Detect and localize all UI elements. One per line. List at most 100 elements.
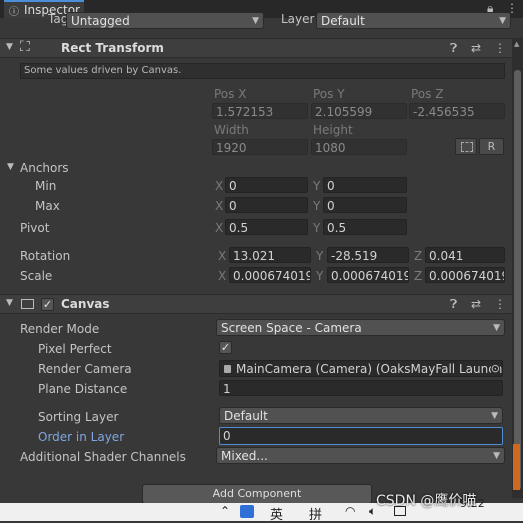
anchors-foldout-icon[interactable]: ▼: [7, 162, 14, 172]
sorting-layer-label: Sorting Layer: [38, 410, 119, 424]
canvas-enabled-checkbox[interactable]: ✓: [41, 298, 54, 311]
height-field[interactable]: 1080: [311, 139, 407, 155]
pivot-y-label: Y: [313, 221, 321, 235]
chevron-down-icon: ▼: [493, 323, 500, 333]
scale-x-label: X: [218, 269, 227, 283]
height-label: Height: [313, 123, 353, 137]
driven-info-box: Some values driven by Canvas.: [20, 63, 505, 79]
sorting-layer-dropdown[interactable]: Default ▼: [219, 407, 503, 424]
min-label: Min: [35, 179, 57, 193]
scrollbar-thumb[interactable]: [514, 70, 521, 490]
render-mode-dropdown[interactable]: Screen Space - Camera ▼: [216, 319, 505, 336]
width-field[interactable]: 1920: [212, 139, 308, 155]
tag-value: Untagged: [71, 14, 130, 28]
driven-info-text: Some values driven by Canvas.: [24, 65, 182, 76]
scale-z-label: Z: [414, 269, 423, 283]
min-x-label: X: [215, 179, 224, 193]
rotation-y-field[interactable]: -28.519: [327, 247, 409, 263]
anchor-max-y-field[interactable]: 0: [323, 197, 407, 213]
blueprint-mode-button[interactable]: [455, 138, 477, 155]
rot-x-label: X: [218, 249, 227, 263]
tag-layer-row: Tag Untagged ▼ Layer Default ▼: [0, 12, 512, 36]
shader-channels-label: Additional Shader Channels: [20, 450, 186, 464]
plane-distance-label: Plane Distance: [38, 382, 128, 396]
context-menu-icon[interactable]: ⋮: [494, 297, 506, 311]
scrollbar-track[interactable]: ▲: [512, 38, 523, 498]
canvas-title: Canvas: [61, 297, 110, 311]
shader-channels-value: Mixed...: [221, 449, 268, 463]
anchor-max-x-field[interactable]: 0: [225, 197, 308, 213]
pivot-label: Pivot: [20, 221, 50, 235]
shader-channels-dropdown[interactable]: Mixed... ▼: [216, 447, 505, 464]
chevron-down-icon: ▼: [499, 16, 506, 26]
width-label: Width: [214, 123, 249, 137]
render-mode-value: Screen Space - Camera: [221, 321, 362, 335]
help-icon[interactable]: ❓︎: [450, 41, 457, 56]
camera-icon: [224, 365, 231, 373]
pivot-x-field[interactable]: 0.5: [225, 219, 308, 235]
scale-label: Scale: [20, 269, 53, 283]
rotation-label: Rotation: [20, 249, 71, 263]
render-camera-field[interactable]: MainCamera (Camera) (OaksMayFall Launch …: [219, 360, 503, 377]
rect-transform-icon: ⛶: [20, 39, 30, 55]
render-camera-value: MainCamera (Camera) (OaksMayFall Launch: [236, 362, 503, 376]
pos-y-field[interactable]: 2.105599: [311, 103, 407, 119]
order-in-layer-field[interactable]: 0: [219, 427, 503, 445]
presets-icon[interactable]: ⇄: [471, 297, 481, 311]
sorting-layer-value: Default: [224, 409, 268, 423]
rect-transform-title: Rect Transform: [61, 41, 164, 55]
scale-z-field[interactable]: 0.000674019: [425, 267, 505, 283]
raw-edit-button[interactable]: R: [479, 138, 504, 155]
canvas-component-icon: [21, 299, 34, 309]
plane-distance-field[interactable]: 1: [219, 380, 503, 396]
app-tray-icon[interactable]: [240, 505, 254, 518]
foldout-arrow-icon[interactable]: ▼: [6, 298, 13, 308]
rot-y-label: Y: [316, 249, 324, 263]
pos-x-label: Pos X: [214, 87, 247, 101]
help-icon[interactable]: ❓︎: [450, 297, 457, 312]
rotation-z-field[interactable]: 0.041: [425, 247, 505, 263]
min-y-label: Y: [313, 179, 321, 193]
inspector-tab-icon: ⓘ: [9, 7, 19, 18]
rect-transform-header[interactable]: ▼ ⛶ Rect Transform ❓︎ ⇄ ⋮: [0, 38, 512, 58]
pixel-perfect-checkbox[interactable]: ✓: [219, 341, 232, 354]
pos-y-label: Pos Y: [313, 87, 345, 101]
rot-z-label: Z: [414, 249, 423, 263]
presets-icon[interactable]: ⇄: [471, 41, 481, 55]
scale-y-label: Y: [316, 269, 324, 283]
tag-dropdown[interactable]: Untagged ▼: [66, 12, 264, 29]
layer-dropdown[interactable]: Default ▼: [316, 12, 511, 29]
scale-x-field[interactable]: 0.000674019: [229, 267, 311, 283]
rotation-x-field[interactable]: 13.021: [229, 247, 311, 263]
scroll-resize-marker: [513, 444, 520, 490]
pos-x-field[interactable]: 1.572153: [212, 103, 308, 119]
wifi-icon[interactable]: ◠: [345, 504, 355, 518]
anchor-min-y-field[interactable]: 0: [323, 177, 407, 193]
anchor-min-x-field[interactable]: 0: [225, 177, 308, 193]
anchors-label: Anchors: [20, 161, 69, 175]
pivot-y-field[interactable]: 0.5: [323, 219, 407, 235]
ime-label[interactable]: 英: [270, 504, 283, 523]
max-x-label: X: [215, 199, 224, 213]
order-in-layer-label: Order in Layer: [38, 430, 125, 444]
foldout-arrow-icon[interactable]: ▼: [6, 42, 13, 52]
csdn-watermark: CSDN @鹰价喵: [376, 493, 477, 509]
layer-label: Layer: [281, 12, 315, 26]
scrollbar-up-arrow[interactable]: ▲: [514, 40, 519, 48]
pinyin-label[interactable]: 拼: [309, 504, 322, 523]
add-component-label: Add Component: [212, 487, 302, 500]
blueprint-icon: [461, 142, 473, 152]
canvas-header[interactable]: ▼ ✓ Canvas ❓︎ ⇄ ⋮: [0, 294, 512, 314]
chevron-down-icon: ▼: [493, 451, 500, 461]
object-picker-icon[interactable]: ⊙: [490, 361, 500, 376]
pos-z-label: Pos Z: [411, 87, 444, 101]
context-menu-icon[interactable]: ⋮: [494, 41, 506, 55]
add-component-button[interactable]: Add Component: [142, 484, 372, 504]
chevron-up-icon[interactable]: ⌃: [220, 504, 230, 518]
render-mode-label: Render Mode: [20, 322, 100, 336]
chevron-down-icon: ▼: [252, 16, 259, 26]
scale-y-field[interactable]: 0.000674019: [327, 267, 409, 283]
layer-value: Default: [321, 14, 365, 28]
pos-z-field[interactable]: -2.456535: [409, 103, 505, 119]
pivot-x-label: X: [215, 221, 224, 235]
